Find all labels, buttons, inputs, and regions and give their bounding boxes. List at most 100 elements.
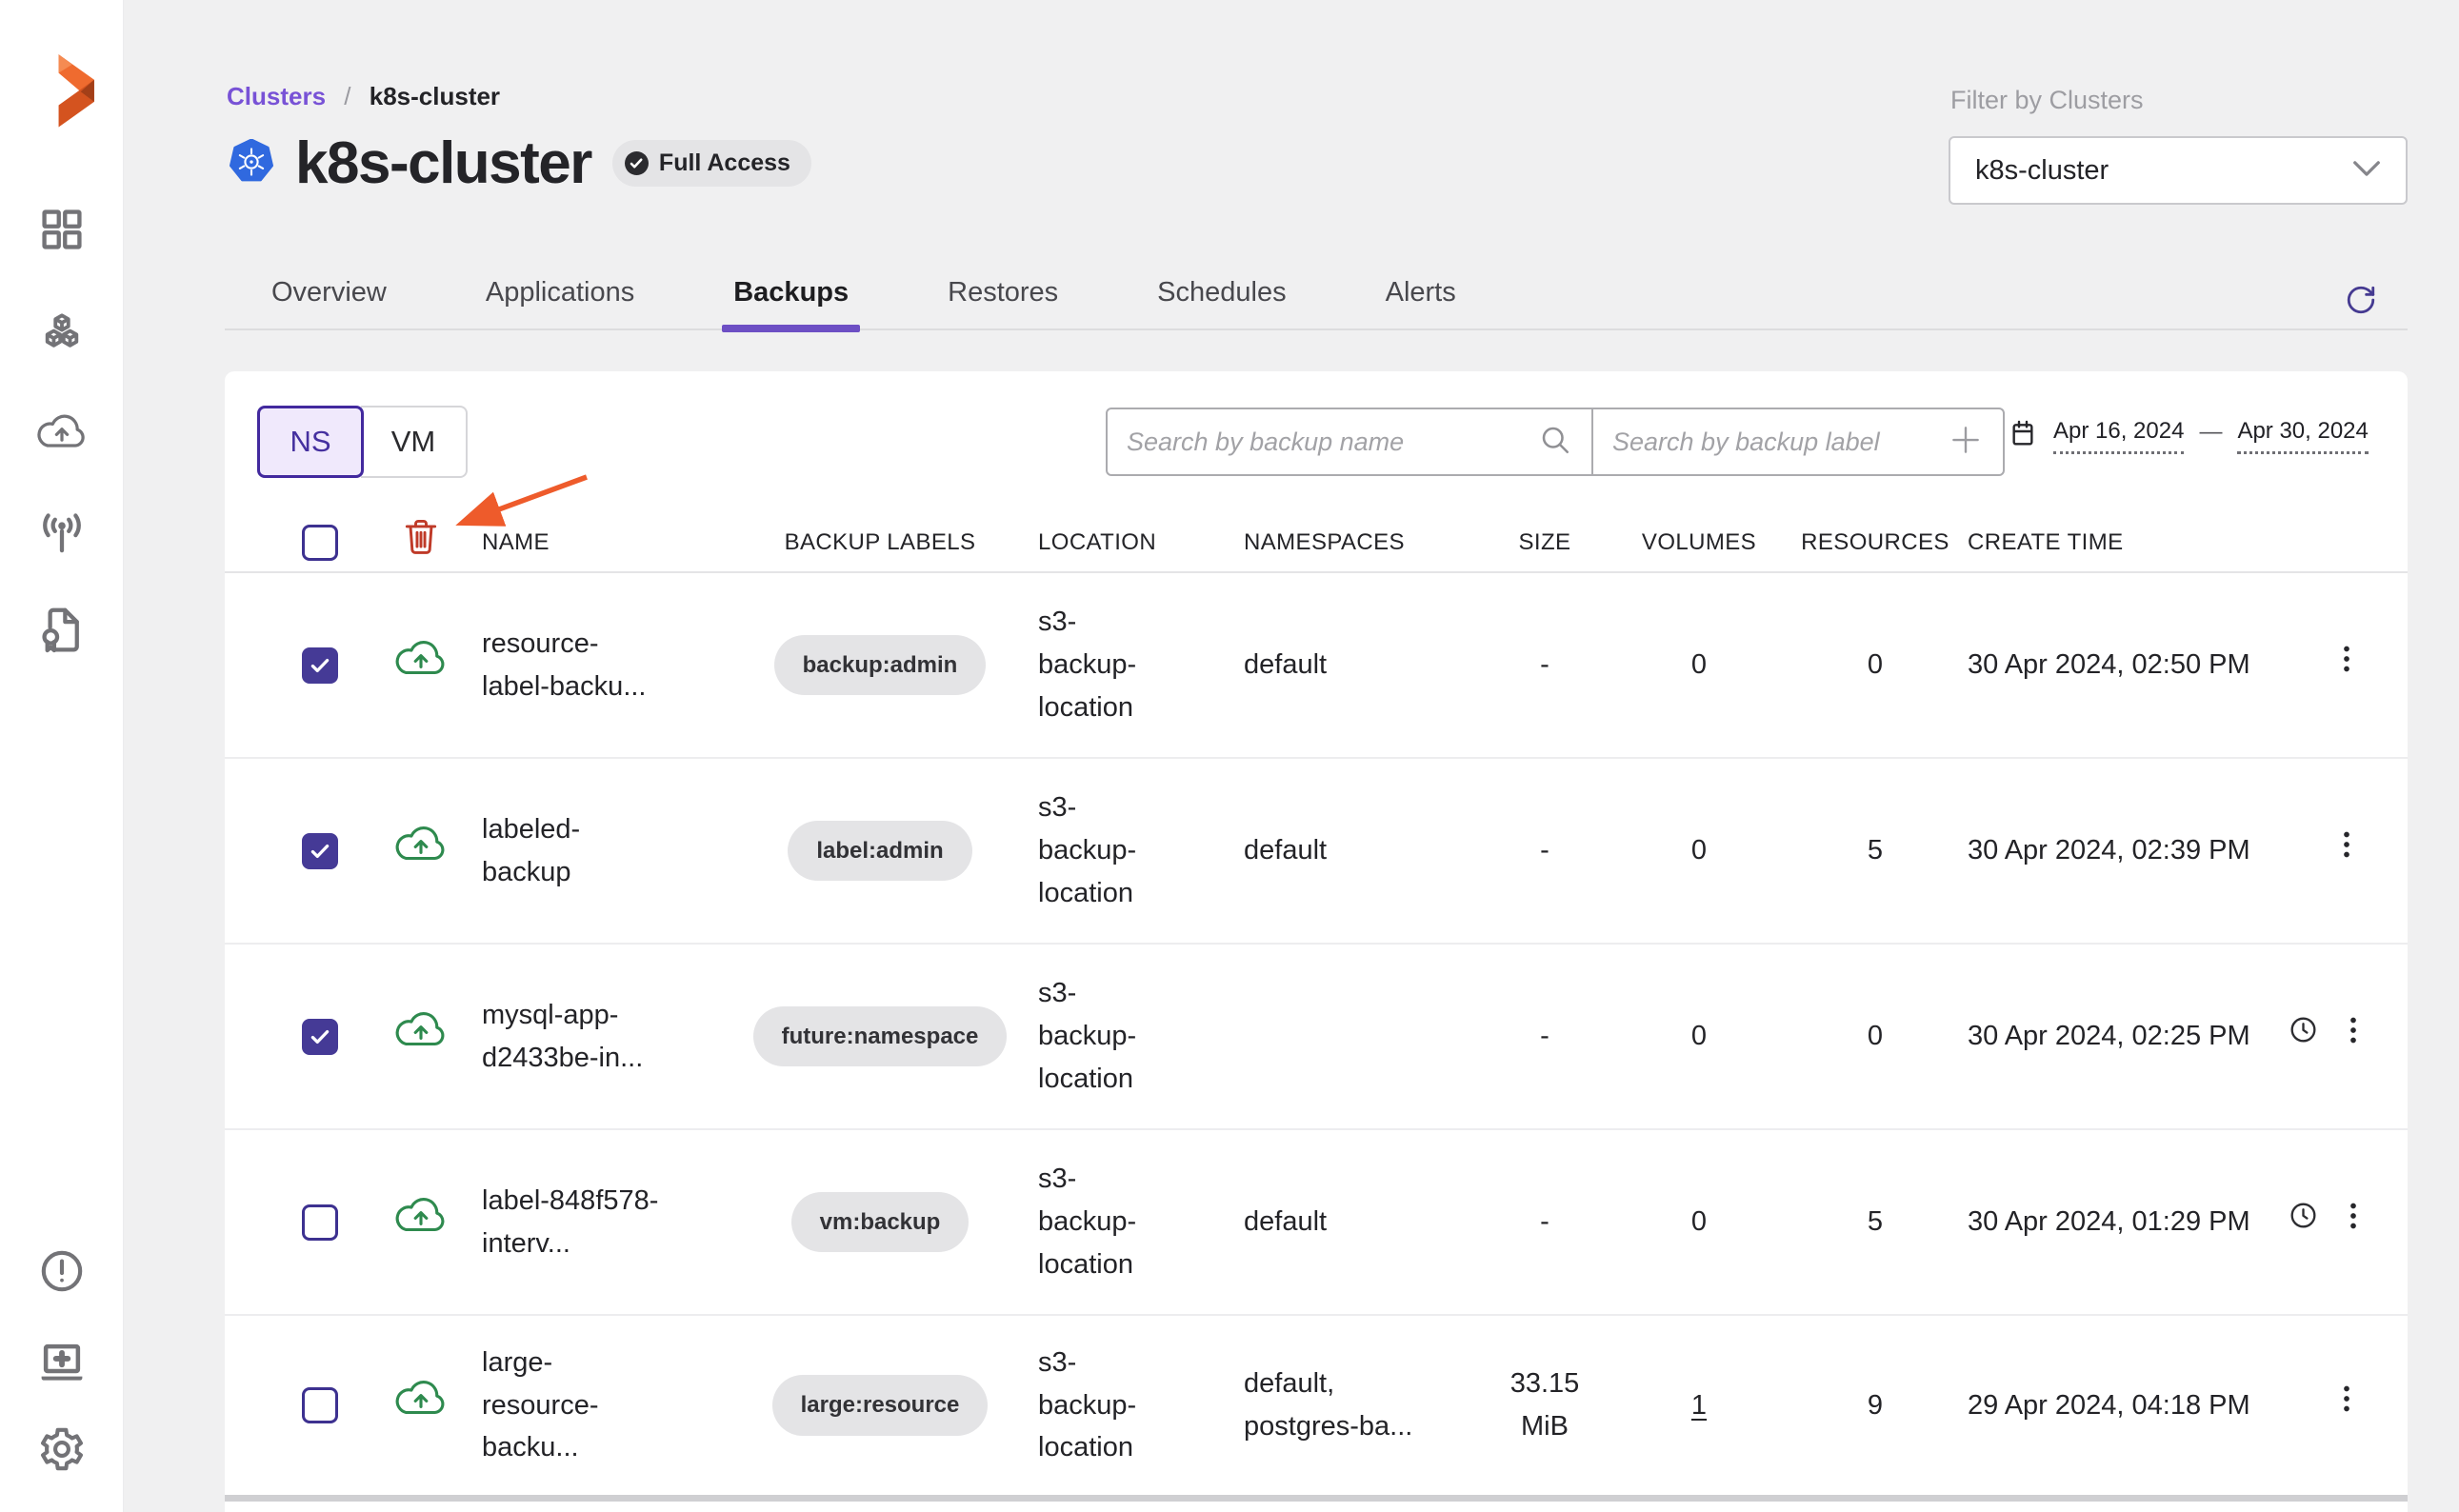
- delete-selected-trash-icon[interactable]: [400, 514, 442, 571]
- row-checkbox[interactable]: [302, 1387, 338, 1423]
- backup-create-time: 29 Apr 2024, 04:18 PM: [1968, 1384, 2288, 1427]
- kubernetes-icon: [229, 139, 274, 188]
- date-range-filter: Apr 16, 2024 — Apr 30, 2024: [2008, 417, 2369, 454]
- backup-volumes: 0: [1691, 1021, 1707, 1051]
- backup-namespaces: default, postgres-ba...: [1244, 1363, 1413, 1448]
- col-resources: RESOURCES: [1801, 529, 1949, 556]
- backup-size: -: [1540, 1201, 1549, 1243]
- dashboard-grid-icon[interactable]: [37, 205, 87, 254]
- backup-label-pill: label:admin: [788, 821, 971, 881]
- tab-schedules[interactable]: Schedules: [1157, 269, 1286, 332]
- portworx-logo-icon[interactable]: [25, 19, 101, 157]
- row-menu-kebab-icon[interactable]: [2329, 827, 2364, 875]
- table-row[interactable]: large-resource-backu... large:resource s…: [225, 1316, 2408, 1502]
- cluster-select-value: k8s-cluster: [1975, 155, 2352, 187]
- tab-alerts[interactable]: Alerts: [1386, 269, 1456, 332]
- toggle-vm[interactable]: VM: [361, 406, 468, 478]
- plus-icon: [1948, 422, 1984, 463]
- backup-volumes: 0: [1691, 649, 1707, 680]
- backup-location: s3-backup-location: [1038, 972, 1160, 1101]
- date-to[interactable]: Apr 30, 2024: [2237, 418, 2368, 454]
- col-create-time: CREATE TIME: [1968, 529, 2288, 556]
- row-menu-kebab-icon[interactable]: [2336, 1013, 2370, 1061]
- settings-gear-icon[interactable]: [37, 1424, 87, 1474]
- backup-create-time: 30 Apr 2024, 02:39 PM: [1968, 829, 2288, 872]
- table-row[interactable]: label-848f578-interv... vm:backup s3-bac…: [225, 1130, 2408, 1316]
- license-document-icon[interactable]: [36, 604, 88, 655]
- filter-by-clusters-label: Filter by Clusters: [1950, 86, 2144, 115]
- backup-type-cloud-icon: [393, 635, 449, 696]
- backup-size: -: [1540, 1015, 1549, 1058]
- tab-backups[interactable]: Backups: [733, 269, 849, 332]
- page-title: k8s-cluster: [295, 129, 591, 197]
- backup-name[interactable]: label-848f578-interv...: [482, 1180, 665, 1265]
- date-range-separator: —: [2199, 419, 2222, 452]
- select-all-checkbox[interactable]: [302, 525, 338, 561]
- row-checkbox[interactable]: [302, 647, 338, 684]
- date-from[interactable]: Apr 16, 2024: [2053, 418, 2184, 454]
- tab-overview[interactable]: Overview: [271, 269, 387, 332]
- backup-size: -: [1540, 829, 1549, 872]
- backup-resources: 0: [1868, 644, 1883, 686]
- backup-namespaces: default: [1244, 1201, 1327, 1243]
- backup-name[interactable]: labeled-backup: [482, 808, 665, 894]
- backup-resources: 5: [1868, 829, 1883, 872]
- cluster-select[interactable]: k8s-cluster: [1949, 136, 2408, 205]
- backup-label-pill: future:namespace: [753, 1006, 1008, 1066]
- row-checkbox[interactable]: [302, 833, 338, 869]
- tab-applications[interactable]: Applications: [486, 269, 634, 332]
- search-backup-label-input[interactable]: [1612, 428, 1948, 457]
- table-row[interactable]: mysql-app-d2433be-in... future:namespace…: [225, 945, 2408, 1130]
- col-name: NAME: [482, 529, 722, 556]
- breadcrumb-current: k8s-cluster: [370, 82, 500, 110]
- table-row[interactable]: labeled-backup label:admin s3-backup-loc…: [225, 759, 2408, 945]
- col-backup-labels: BACKUP LABELS: [785, 529, 976, 556]
- backup-type-cloud-icon: [393, 1192, 449, 1253]
- backup-name[interactable]: resource-label-backu...: [482, 623, 665, 708]
- calendar-icon[interactable]: [2008, 417, 2038, 454]
- breadcrumb-separator: /: [344, 82, 350, 110]
- backup-location: s3-backup-location: [1038, 1158, 1160, 1286]
- row-menu-kebab-icon[interactable]: [2329, 1382, 2364, 1429]
- access-badge: Full Access: [612, 140, 811, 187]
- sidebar: [0, 0, 124, 1512]
- row-checkbox[interactable]: [302, 1019, 338, 1055]
- activity-antenna-icon[interactable]: [36, 507, 88, 558]
- search-backup-name-field[interactable]: [1106, 408, 1593, 476]
- cloud-backup-icon[interactable]: [35, 409, 89, 455]
- backup-location: s3-backup-location: [1038, 1342, 1160, 1470]
- access-badge-label: Full Access: [659, 149, 790, 177]
- search-backup-label-field[interactable]: [1591, 408, 2005, 476]
- col-volumes: VOLUMES: [1642, 529, 1756, 556]
- backup-volumes[interactable]: 1: [1691, 1390, 1707, 1421]
- backup-type-cloud-icon: [393, 1375, 449, 1436]
- tab-restores[interactable]: Restores: [948, 269, 1058, 332]
- col-namespaces: NAMESPACES: [1244, 529, 1474, 556]
- search-backup-name-input[interactable]: [1127, 428, 1538, 457]
- backup-location: s3-backup-location: [1038, 601, 1160, 729]
- breadcrumb-clusters-link[interactable]: Clusters: [227, 82, 326, 110]
- backup-volumes: 0: [1691, 1206, 1707, 1237]
- row-menu-kebab-icon[interactable]: [2336, 1199, 2370, 1246]
- row-menu-kebab-icon[interactable]: [2329, 642, 2364, 689]
- backup-create-time: 30 Apr 2024, 02:25 PM: [1968, 1015, 2288, 1058]
- row-checkbox[interactable]: [302, 1204, 338, 1241]
- search-icon: [1538, 423, 1572, 462]
- toggle-ns[interactable]: NS: [257, 406, 364, 478]
- clusters-cubes-icon[interactable]: [36, 309, 88, 361]
- add-node-laptop-icon[interactable]: [36, 1337, 88, 1388]
- refresh-icon[interactable]: [2345, 284, 2377, 321]
- backup-location: s3-backup-location: [1038, 786, 1160, 915]
- backup-label-pill: vm:backup: [791, 1192, 970, 1252]
- backup-resources: 9: [1868, 1384, 1883, 1427]
- backup-namespaces: default: [1244, 829, 1327, 872]
- backup-name[interactable]: large-resource-backu...: [482, 1342, 665, 1470]
- backup-create-time: 30 Apr 2024, 01:29 PM: [1968, 1201, 2288, 1243]
- table-row[interactable]: resource-label-backu... backup:admin s3-…: [225, 573, 2408, 759]
- col-size: SIZE: [1519, 529, 1571, 556]
- backup-name[interactable]: mysql-app-d2433be-in...: [482, 994, 665, 1080]
- backup-create-time: 30 Apr 2024, 02:50 PM: [1968, 644, 2288, 686]
- alerts-circle-icon[interactable]: [38, 1247, 86, 1295]
- ns-vm-toggle: NS VM: [257, 406, 468, 478]
- backups-panel: NS VM Apr 16, 2024 —: [225, 371, 2408, 1512]
